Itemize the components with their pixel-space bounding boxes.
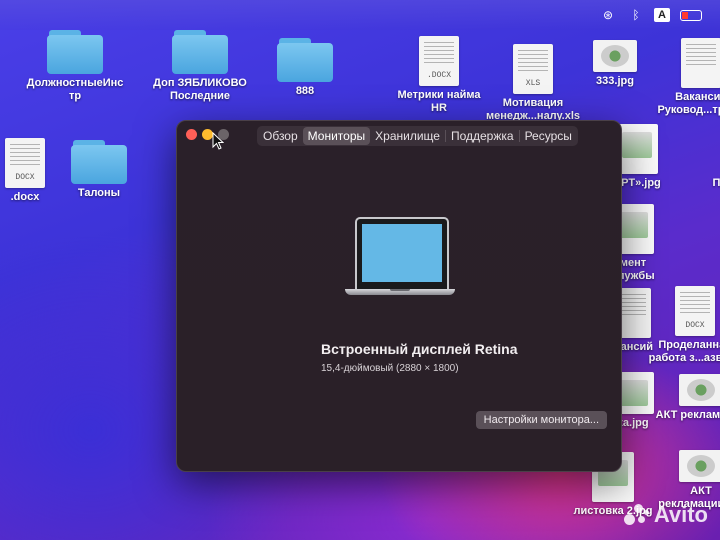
desktop-item-label: ДолжностныеИнс тр bbox=[26, 77, 124, 102]
laptop-icon bbox=[345, 217, 455, 299]
docx-icon: .DOCX bbox=[419, 36, 459, 86]
document-icon bbox=[681, 38, 720, 88]
close-button[interactable] bbox=[186, 129, 197, 140]
window-titlebar[interactable]: Обзор Мониторы Хранилище Поддержка Ресур… bbox=[177, 121, 621, 149]
desktop-folder-item[interactable]: Доп ЗЯБЛИКОВО Последние bbox=[145, 30, 255, 103]
display-settings-button[interactable]: Настройки монитора... bbox=[475, 411, 607, 429]
desktop-item-label: Проделанная работа з...азвити bbox=[648, 339, 720, 364]
desktop-item-label: Доп ЗЯБЛИКОВО Последние bbox=[153, 77, 247, 102]
menu-bar: ⊛ ᛒ A bbox=[0, 0, 720, 30]
desktop-item-label: Пла bbox=[712, 177, 720, 189]
about-this-mac-window: Обзор Мониторы Хранилище Поддержка Ресур… bbox=[176, 120, 622, 472]
file-extension: DOCX bbox=[685, 321, 705, 330]
desktop-file-item[interactable]: DOCX Проделанная работа з...азвити bbox=[640, 286, 720, 365]
avito-logo-icon bbox=[623, 504, 650, 526]
tab-support[interactable]: Поддержка bbox=[446, 127, 519, 145]
desktop-item-label: Талоны bbox=[77, 187, 121, 199]
jpg-icon bbox=[679, 450, 720, 482]
tab-overview[interactable]: Обзор bbox=[258, 127, 303, 145]
jpg-icon bbox=[616, 124, 658, 174]
xls-icon: XLS bbox=[513, 44, 553, 94]
docx-icon: DOCX bbox=[5, 138, 45, 188]
segmented-tabs: Обзор Мониторы Хранилище Поддержка Ресур… bbox=[257, 126, 578, 146]
bluetooth-icon[interactable]: ᛒ bbox=[628, 8, 644, 22]
file-extension: DOCX bbox=[15, 173, 35, 182]
folder-icon bbox=[172, 30, 228, 74]
mouse-pointer-icon bbox=[212, 132, 224, 150]
display-spec: 15,4-дюймовый (2880 × 1800) bbox=[321, 363, 459, 374]
desktop-folder-item[interactable]: Талоны bbox=[44, 140, 154, 200]
folder-icon bbox=[47, 30, 103, 74]
file-extension: XLS bbox=[525, 79, 541, 88]
watermark: Avito bbox=[623, 502, 708, 528]
desktop-file-item[interactable]: Пла bbox=[668, 174, 720, 190]
docx-icon: DOCX bbox=[675, 286, 715, 336]
desktop-file-item[interactable]: АКТ рекламации bbox=[646, 374, 720, 422]
battery-icon[interactable] bbox=[680, 10, 702, 21]
desktop-file-item[interactable]: Вакансия Руковод...труме bbox=[646, 38, 720, 117]
file-extension: .DOCX bbox=[426, 71, 451, 80]
creative-cloud-icon[interactable]: ⊛ bbox=[600, 8, 616, 22]
desktop-item-label: АКТ рекламации bbox=[655, 409, 720, 421]
watermark-text: Avito bbox=[653, 502, 708, 527]
desktop-folder-item[interactable]: ДолжностныеИнс тр bbox=[20, 30, 130, 103]
tab-storage[interactable]: Хранилище bbox=[370, 127, 445, 145]
folder-icon bbox=[277, 38, 333, 82]
jpg-icon bbox=[679, 374, 720, 406]
folder-icon bbox=[71, 140, 127, 184]
tab-displays[interactable]: Мониторы bbox=[302, 127, 371, 145]
desktop-folder-item[interactable]: 888 bbox=[250, 38, 360, 98]
jpg-icon bbox=[593, 40, 637, 72]
display-name: Встроенный дисплей Retina bbox=[321, 341, 518, 357]
tab-resources[interactable]: Ресурсы bbox=[520, 127, 577, 145]
desktop-item-label: 888 bbox=[295, 85, 315, 97]
desktop-item-label: Вакансия Руковод...труме bbox=[657, 91, 720, 116]
keyboard-layout-icon[interactable]: A bbox=[654, 8, 670, 22]
